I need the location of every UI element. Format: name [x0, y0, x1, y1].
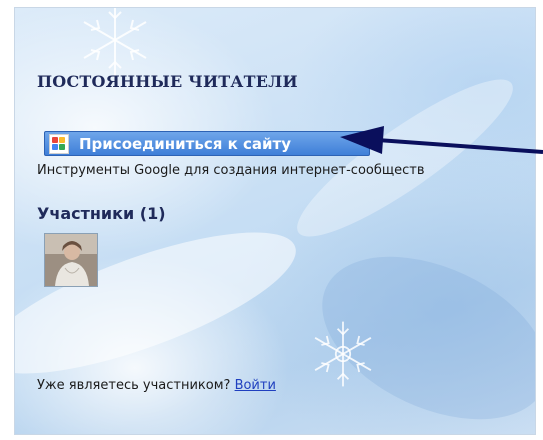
arrow-icon [340, 126, 543, 154]
